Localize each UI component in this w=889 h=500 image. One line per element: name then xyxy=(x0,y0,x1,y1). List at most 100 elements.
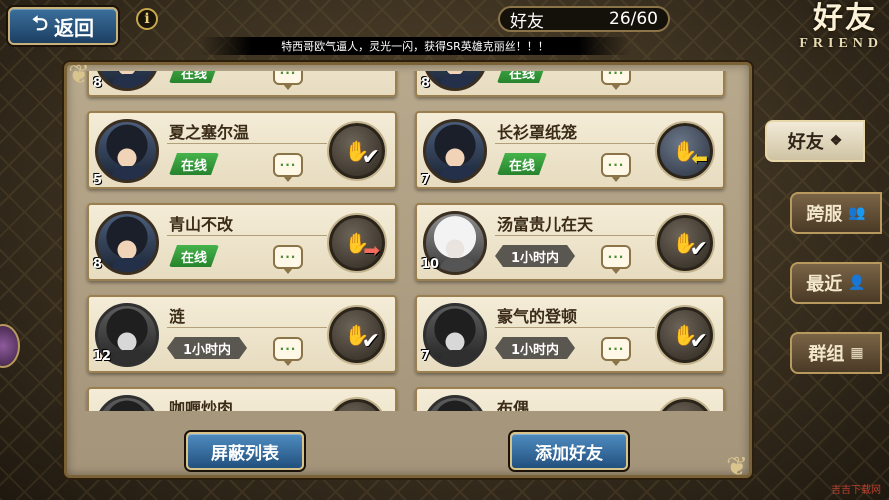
friend-name: 豪气的登顿 xyxy=(497,307,578,326)
page-title-cn: 好友 xyxy=(813,1,877,36)
status-badge: 在线 xyxy=(169,71,219,83)
avatar xyxy=(95,211,159,275)
watermark-text: 吉吉下载网 xyxy=(831,485,881,496)
arrow-left-icon: ⬅ xyxy=(691,146,708,170)
add-friend-button[interactable]: 添加好友 xyxy=(510,432,628,470)
gift-received-button[interactable]: ✋ xyxy=(657,399,713,411)
back-button[interactable]: ⮌ 返回 xyxy=(8,7,118,45)
check-icon: ✔ xyxy=(689,329,708,354)
friend-level: 7 xyxy=(421,173,431,188)
friend-card[interactable]: 7 长衫罩纸笼 在线 ··· ✋ ⬅ xyxy=(415,111,725,189)
friend-name: 夏之塞尔温 xyxy=(169,123,250,142)
friend-level: 5 xyxy=(93,173,103,188)
chat-button[interactable]: ··· xyxy=(601,245,631,274)
chat-button[interactable]: ··· xyxy=(273,153,303,182)
status-badge: 1小时内 xyxy=(495,337,575,359)
receive-gift-button[interactable]: ✋ ⬅ xyxy=(657,123,713,179)
tab-friends[interactable]: 好友 ❖ xyxy=(765,120,865,162)
tab-label: 跨服 xyxy=(806,204,843,225)
divider xyxy=(495,327,655,328)
status-badge: 在线 xyxy=(169,245,219,267)
friend-card[interactable]: 10 汤富贵儿在天 1小时内 ··· ✋ ✔ xyxy=(415,203,725,281)
gift-received-button[interactable]: ✋ xyxy=(329,399,385,411)
group-icon: 👥 xyxy=(848,205,866,221)
friend-name: 布偶 xyxy=(497,399,530,411)
handshake-icon: ❖ xyxy=(829,133,843,149)
friend-name: 青山不改 xyxy=(169,215,234,234)
avatar xyxy=(95,395,159,411)
friend-card[interactable]: 12 涟 1小时内 ··· ✋ ✔ xyxy=(87,295,397,373)
arrow-right-icon: ➡ xyxy=(363,238,380,262)
friend-level: 8 xyxy=(93,257,103,272)
friend-card[interactable]: 布偶 ✋ xyxy=(415,387,725,411)
chat-button[interactable]: ··· xyxy=(273,337,303,366)
status-badge: 在线 xyxy=(497,153,547,175)
chat-button[interactable]: ··· xyxy=(273,245,303,274)
friend-card[interactable]: 咖喱炒肉 ✋ xyxy=(87,387,397,411)
tab-recent[interactable]: 最近 👤 xyxy=(790,262,882,304)
chat-button[interactable]: ··· xyxy=(601,337,631,366)
page-title-en: FRIEND xyxy=(799,36,883,51)
friend-list-panel: ❦ 8 在线 ··· 8 在线 ··· 5 夏之塞尔温 在线 ··· ✋ ✔ 7… xyxy=(64,60,752,482)
avatar xyxy=(95,119,159,183)
status-badge: 在线 xyxy=(169,153,219,175)
friend-card[interactable]: 7 豪气的登顿 1小时内 ··· ✋ ✔ xyxy=(415,295,725,373)
avatar xyxy=(423,119,487,183)
check-icon: ✔ xyxy=(689,237,708,262)
friend-level: 7 xyxy=(421,349,431,364)
friend-card[interactable]: 8 在线 ··· xyxy=(415,71,725,97)
gift-received-button[interactable]: ✋ ✔ xyxy=(329,307,385,363)
divider xyxy=(495,143,655,144)
tab-cross-server[interactable]: 跨服 👥 xyxy=(790,192,882,234)
tab-group[interactable]: 群组 ▦ xyxy=(790,332,882,374)
send-gift-button[interactable]: ✋ ➡ xyxy=(329,215,385,271)
chat-button[interactable]: ··· xyxy=(601,153,631,182)
divider xyxy=(167,327,327,328)
chat-button[interactable]: ··· xyxy=(601,71,631,90)
person-icon: 👤 xyxy=(848,275,866,291)
status-badge: 在线 xyxy=(497,71,547,83)
friend-level: 10 xyxy=(421,257,440,272)
divider xyxy=(495,235,655,236)
friend-card[interactable]: 8 在线 ··· xyxy=(87,71,397,97)
avatar xyxy=(423,395,487,411)
friend-card[interactable]: 5 夏之塞尔温 在线 ··· ✋ ✔ xyxy=(87,111,397,189)
gift-received-button[interactable]: ✋ ✔ xyxy=(329,123,385,179)
friend-name: 汤富贵儿在天 xyxy=(497,215,594,234)
back-arrow-icon: ⮌ xyxy=(31,11,49,35)
avatar xyxy=(95,71,159,91)
friend-name: 涟 xyxy=(169,307,186,326)
tab-label: 好友 xyxy=(787,132,824,153)
grid-icon: ▦ xyxy=(850,345,864,361)
tab-label: 最近 xyxy=(806,274,843,295)
friend-card[interactable]: 8 青山不改 在线 ··· ✋ ➡ xyxy=(87,203,397,281)
friend-level: 8 xyxy=(421,76,431,91)
avatar xyxy=(423,303,487,367)
block-list-button[interactable]: 屏蔽列表 xyxy=(186,432,304,470)
friend-name: 长衫罩纸笼 xyxy=(497,123,578,142)
friend-count-value: 26/60 xyxy=(609,9,658,29)
friend-level: 12 xyxy=(93,349,112,364)
page-title: 好友 FRIEND xyxy=(733,2,883,66)
friend-count-bar: 好友 26/60 xyxy=(498,6,670,32)
friend-list[interactable]: 8 在线 ··· 8 在线 ··· 5 夏之塞尔温 在线 ··· ✋ ✔ 7 长 xyxy=(79,71,737,411)
check-icon: ✔ xyxy=(361,145,380,170)
tab-label: 群组 xyxy=(808,344,845,365)
status-badge: 1小时内 xyxy=(495,245,575,267)
friend-name: 咖喱炒肉 xyxy=(169,399,234,411)
divider xyxy=(167,143,327,144)
gift-received-button[interactable]: ✋ ✔ xyxy=(657,215,713,271)
bottom-bar: 屏蔽列表 添加好友 xyxy=(78,420,738,474)
friend-count-label: 好友 xyxy=(510,11,544,32)
check-icon: ✔ xyxy=(361,329,380,354)
back-label: 返回 xyxy=(54,15,95,40)
chat-button[interactable]: ··· xyxy=(273,71,303,90)
status-badge: 1小时内 xyxy=(167,337,247,359)
announcement-ticker: 特西哥欧气逼人，灵光一闪，获得SR英雄克丽丝！！！ xyxy=(200,37,630,55)
avatar xyxy=(423,71,487,91)
info-icon[interactable]: i xyxy=(136,8,158,30)
gift-received-button[interactable]: ✋ ✔ xyxy=(657,307,713,363)
friend-level: 8 xyxy=(93,76,103,91)
divider xyxy=(167,235,327,236)
watermark: 吉吉下载网 xyxy=(828,481,881,496)
